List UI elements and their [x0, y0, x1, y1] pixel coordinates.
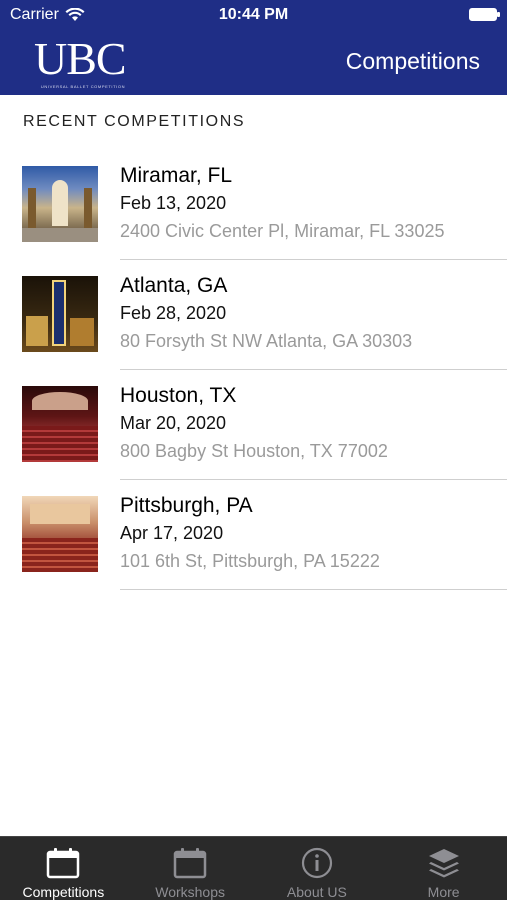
competition-date: Mar 20, 2020: [120, 413, 227, 433]
info-icon: [301, 847, 332, 879]
calendar-icon: [173, 848, 207, 879]
tab-about-us[interactable]: About US: [254, 837, 381, 900]
competition-city: Pittsburgh, PA: [120, 494, 253, 517]
layers-icon: [428, 849, 459, 878]
tab-competitions[interactable]: Competitions: [0, 837, 127, 900]
competition-city: Houston, TX: [120, 384, 237, 407]
status-bar: Carrier 10:44 PM: [0, 0, 507, 30]
competition-city: Miramar, FL: [120, 164, 233, 187]
list-item[interactable]: Houston, TX Mar 20, 2020 800 Bagby St Ho…: [0, 370, 507, 480]
competition-city: Atlanta, GA: [120, 274, 228, 297]
status-time: 10:44 PM: [218, 6, 289, 23]
competition-address: 101 6th St, Pittsburgh, PA 15222: [120, 551, 380, 571]
venue-thumbnail: [22, 496, 98, 572]
logo-letters: UBC: [34, 33, 127, 84]
logo-tagline: UNIVERSAL BALLET COMPETITION: [40, 84, 126, 89]
venue-thumbnail: [22, 386, 98, 462]
venue-thumbnail: [22, 166, 98, 242]
ubc-logo: UBC UNIVERSAL BALLET COMPETITION: [28, 34, 138, 92]
competition-address: 800 Bagby St Houston, TX 77002: [120, 441, 388, 461]
competition-list: Miramar, FL Feb 13, 2020 2400 Civic Cent…: [0, 150, 507, 590]
row-divider: [120, 589, 507, 590]
page-title: Competitions: [345, 48, 480, 74]
competition-date: Feb 13, 2020: [120, 193, 227, 213]
list-item[interactable]: Pittsburgh, PA Apr 17, 2020 101 6th St, …: [0, 480, 507, 590]
battery-icon: [469, 8, 500, 21]
competition-address: 2400 Civic Center Pl, Miramar, FL 33025: [120, 221, 445, 241]
tab-label: More: [427, 884, 460, 900]
list-item[interactable]: Miramar, FL Feb 13, 2020 2400 Civic Cent…: [0, 150, 507, 260]
tab-more[interactable]: More: [380, 837, 507, 900]
tab-label: Workshops: [155, 884, 226, 900]
calendar-icon: [47, 848, 80, 879]
section-title: RECENT COMPETITIONS: [23, 113, 246, 130]
venue-thumbnail: [22, 276, 98, 352]
tab-bar: Competitions Workshops About US More: [0, 836, 507, 900]
tab-label: Competitions: [22, 884, 105, 900]
tab-label: About US: [286, 884, 347, 900]
list-item[interactable]: Atlanta, GA Feb 28, 2020 80 Forsyth St N…: [0, 260, 507, 370]
tab-workshops[interactable]: Workshops: [127, 837, 254, 900]
app-header: Carrier 10:44 PM UBC UNIVERSAL BALLET CO…: [0, 0, 507, 95]
competition-address: 80 Forsyth St NW Atlanta, GA 30303: [120, 331, 413, 351]
competition-date: Feb 28, 2020: [120, 303, 227, 323]
competition-date: Apr 17, 2020: [120, 523, 224, 543]
